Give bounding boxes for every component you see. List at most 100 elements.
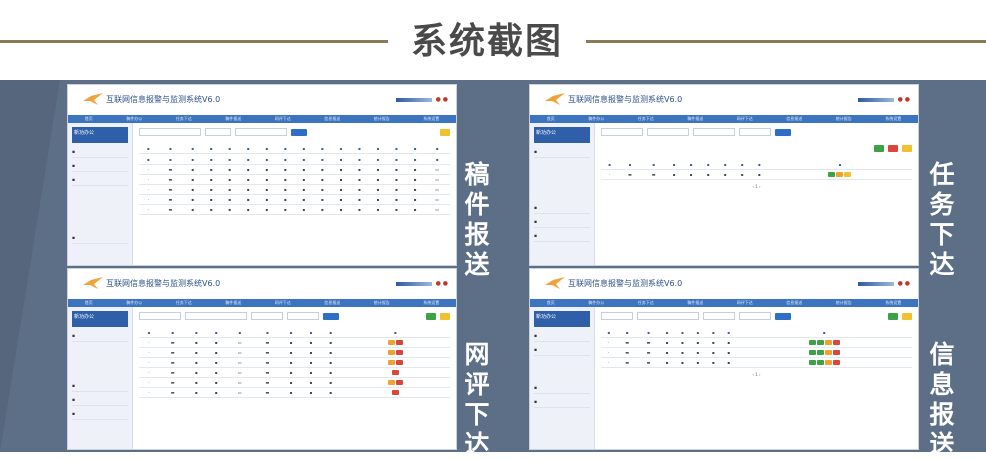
- date-input[interactable]: [637, 312, 699, 320]
- nav-item[interactable]: 统计报告: [374, 116, 390, 122]
- sidebar-subitem[interactable]: [82, 345, 128, 353]
- pager[interactable]: ‹ 1 ›: [601, 184, 912, 189]
- nav-item[interactable]: 统计报告: [374, 300, 390, 306]
- export-button[interactable]: [902, 144, 912, 152]
- table-row[interactable]: · ▬ ▪ ▪ ▪ ▪ ▪ ▪ ▪ ▪ ▪ ▪ ▪ ▪ ▪ ▭: [139, 164, 450, 175]
- sidebar-item[interactable]: ▪: [534, 383, 590, 394]
- sidebar-item[interactable]: ▪: [534, 147, 590, 158]
- nav-item[interactable]: 稿件办公: [588, 300, 604, 306]
- sidebar-subitem[interactable]: [82, 199, 128, 207]
- date-input[interactable]: [647, 128, 689, 136]
- nav-item[interactable]: 系统设置: [885, 116, 901, 122]
- sidebar-item[interactable]: ▪: [72, 161, 128, 172]
- nav-item[interactable]: 稿件办公: [126, 116, 142, 122]
- nav-item[interactable]: 稿件报送: [225, 116, 241, 122]
- nav-item[interactable]: 统计报告: [836, 116, 852, 122]
- nav-item[interactable]: 首页: [547, 116, 555, 122]
- window-controls[interactable]: ● ●: [898, 96, 910, 103]
- nav-item[interactable]: 网评下达: [737, 300, 753, 306]
- search-input[interactable]: [601, 128, 643, 136]
- nav-item[interactable]: 稿件报送: [687, 300, 703, 306]
- date-input[interactable]: [235, 128, 287, 136]
- nav-item[interactable]: 信息报送: [786, 300, 802, 306]
- nav-item[interactable]: 首页: [85, 300, 93, 306]
- sidebar-item[interactable]: ▪: [534, 345, 590, 356]
- table-row[interactable]: · ▬ ▬ ▪ ▪ ▪ ▪ ▪: [601, 357, 912, 368]
- nav-item[interactable]: 网评下达: [737, 116, 753, 122]
- nav-item[interactable]: 稿件报送: [687, 116, 703, 122]
- table-row[interactable]: · ▬ ▪ ▪ ▭ ▬ ▪ ▪ ▪: [139, 377, 450, 388]
- pager[interactable]: ‹ 1 ›: [601, 372, 912, 377]
- nav-item[interactable]: 信息报送: [324, 300, 340, 306]
- search-button[interactable]: [775, 128, 791, 136]
- sidebar-subitem[interactable]: [82, 189, 128, 197]
- table-row[interactable]: · ▬ ▪ ▪ ▪ ▪ ▪ ▪ ▪ ▪ ▪ ▪ ▪ ▪ ▪ ▭: [139, 194, 450, 205]
- sidebar-subitem[interactable]: [82, 365, 128, 373]
- date-input[interactable]: [205, 128, 231, 136]
- select-input[interactable]: [703, 312, 735, 320]
- sidebar-item-active[interactable]: ▪: [72, 175, 128, 186]
- table-row[interactable]: · ▬ ▪ ▪ ▭ ▬ ▪ ▪ ▪: [139, 357, 450, 368]
- select-input[interactable]: [739, 128, 771, 136]
- select-input[interactable]: [251, 312, 283, 320]
- nav-item[interactable]: 稿件报送: [225, 300, 241, 306]
- table-row[interactable]: · ▬ ▪ ▪ ▪ ▪ ▪ ▪ ▪ ▪ ▪ ▪ ▪ ▪ ▪ ▭: [139, 204, 450, 215]
- table-row[interactable]: · ▬ ▪ ▪ ▭ ▬ ▪ ▪ ▪: [139, 347, 450, 358]
- date-input[interactable]: [739, 312, 771, 320]
- table-row[interactable]: · ▬ ▪ ▪ ▭ ▬ ▪ ▪ ▪: [139, 367, 450, 378]
- add-button[interactable]: [426, 312, 436, 320]
- table-row[interactable]: · ▬ ▪ ▪ ▪ ▪ ▪ ▪ ▪ ▪ ▪ ▪ ▪ ▪ ▪ ▭: [139, 174, 450, 185]
- nav-item[interactable]: 网评下达: [275, 300, 291, 306]
- sidebar-item[interactable]: ▪: [534, 331, 590, 342]
- nav-item[interactable]: 任务下达: [638, 300, 654, 306]
- table-row[interactable]: · ▬ ▬ ▪ ▪ ▪ ▪ ▪ ▪: [601, 169, 912, 180]
- nav-item[interactable]: 稿件办公: [126, 300, 142, 306]
- export-button[interactable]: [440, 312, 450, 320]
- sidebar-subitem[interactable]: [544, 161, 590, 169]
- sidebar-item[interactable]: ▪: [72, 381, 128, 392]
- table-row[interactable]: · ▬ ▬ ▪ ▪ ▪ ▪ ▪: [601, 337, 912, 348]
- search-button[interactable]: [291, 128, 307, 136]
- nav-item[interactable]: 稿件办公: [588, 116, 604, 122]
- search-input[interactable]: [139, 312, 181, 320]
- search-button[interactable]: [323, 312, 339, 320]
- sidebar-item[interactable]: ▪: [534, 231, 590, 242]
- add-button[interactable]: [888, 312, 898, 320]
- table-row[interactable]: · ▬ ▪ ▪ ▪ ▪ ▪ ▪ ▪ ▪ ▪ ▪ ▪ ▪ ▪ ▭: [139, 184, 450, 195]
- nav-item[interactable]: 任务下达: [176, 300, 192, 306]
- sidebar-subitem[interactable]: [82, 355, 128, 363]
- table-row[interactable]: · ▬ ▪ ▪ ▭ ▬ ▪ ▪ ▪: [139, 337, 450, 348]
- search-input[interactable]: [601, 312, 633, 320]
- window-controls[interactable]: ● ●: [436, 96, 448, 103]
- nav-item[interactable]: 信息报送: [324, 116, 340, 122]
- export-button[interactable]: [902, 312, 912, 320]
- search-button[interactable]: [775, 312, 791, 320]
- table-row[interactable]: · ▬ ▬ ▪ ▪ ▪ ▪ ▪: [601, 347, 912, 358]
- sidebar-subitem[interactable]: [544, 359, 590, 367]
- nav-item[interactable]: 首页: [547, 300, 555, 306]
- sidebar-item[interactable]: ▪: [72, 147, 128, 158]
- date-input[interactable]: [693, 128, 735, 136]
- sidebar-subitem[interactable]: [544, 181, 590, 189]
- nav-item[interactable]: 系统设置: [423, 116, 439, 122]
- table-row[interactable]: · ▬ ▪ ▪ ▭ ▬ ▪ ▪ ▪: [139, 387, 450, 398]
- window-controls[interactable]: ● ●: [436, 280, 448, 287]
- sidebar-subitem[interactable]: [82, 209, 128, 217]
- sidebar-item[interactable]: ▪: [72, 233, 128, 244]
- sidebar-subitem[interactable]: [544, 171, 590, 179]
- nav-item[interactable]: 系统设置: [423, 300, 439, 306]
- sidebar-item[interactable]: ▪: [72, 331, 128, 342]
- sidebar-item[interactable]: ▪: [72, 409, 128, 420]
- nav-item[interactable]: 首页: [85, 116, 93, 122]
- nav-item[interactable]: 系统设置: [885, 300, 901, 306]
- window-controls[interactable]: ● ●: [898, 280, 910, 287]
- nav-item[interactable]: 信息报送: [786, 116, 802, 122]
- search-input[interactable]: [139, 128, 201, 136]
- sidebar-subitem[interactable]: [544, 369, 590, 377]
- nav-item[interactable]: 任务下达: [176, 116, 192, 122]
- add-button[interactable]: [874, 144, 884, 152]
- date-input[interactable]: [185, 312, 247, 320]
- delete-button[interactable]: [888, 144, 898, 152]
- nav-item[interactable]: 统计报告: [836, 300, 852, 306]
- nav-item[interactable]: 网评下达: [275, 116, 291, 122]
